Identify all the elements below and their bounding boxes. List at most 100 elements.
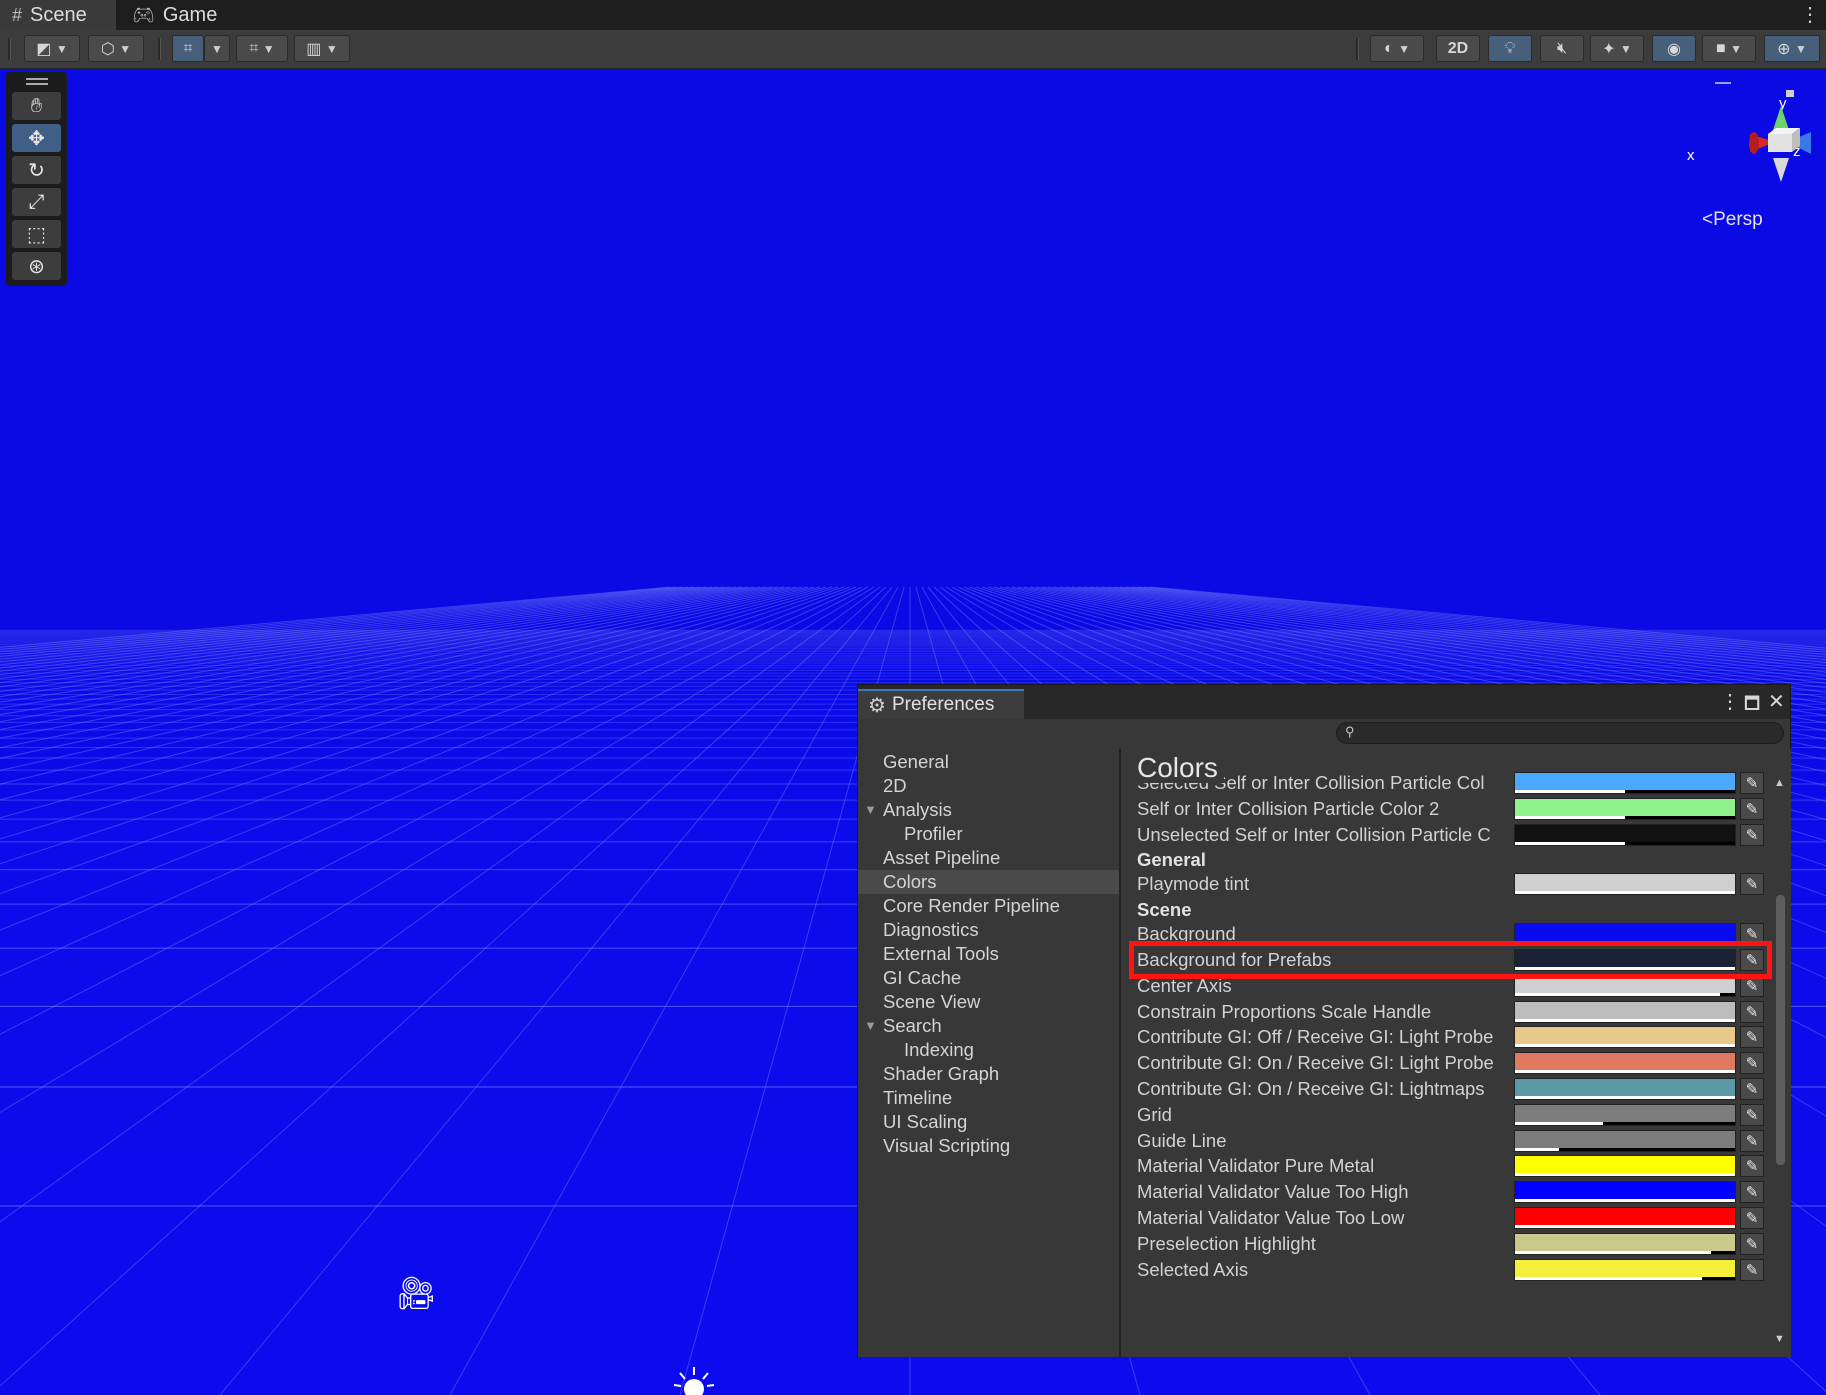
more-options-icon[interactable]: ⋮ (1720, 689, 1740, 714)
color-swatch[interactable] (1514, 1052, 1736, 1075)
effects-dropdown[interactable]: ✦ ▼ (1590, 35, 1644, 62)
search-input[interactable] (1363, 724, 1767, 743)
sidebar-item-label: GI Cache (883, 967, 962, 988)
color-setting-label: Selected Axis (1137, 1258, 1249, 1280)
sidebar-item-label: External Tools (883, 943, 999, 964)
toggle-2d-button[interactable]: 2D (1436, 35, 1480, 62)
color-swatch[interactable] (1514, 1026, 1736, 1049)
alpha-bar (1515, 1121, 1735, 1125)
audio-toggle[interactable]: 🔇︎ (1540, 35, 1584, 62)
scene-camera-dropdown[interactable]: ■ ▼ (1702, 35, 1756, 62)
camera-icon: ■ (1715, 39, 1726, 57)
sidebar-item[interactable]: General (858, 750, 1119, 774)
sidebar-item[interactable]: Timeline (858, 1086, 1119, 1110)
tab-game[interactable]: 🎮︎ Game (128, 0, 238, 30)
eyedropper-icon[interactable]: ✎ (1740, 1258, 1764, 1281)
eyedropper-icon[interactable]: ✎ (1740, 1181, 1764, 1204)
color-swatch[interactable] (1514, 1078, 1736, 1100)
color-swatch[interactable] (1514, 1000, 1736, 1023)
gizmo-cube-dropdown[interactable]: ⬡ ▼ (88, 35, 144, 62)
expand-arrow-icon[interactable]: ▼ (864, 1014, 877, 1038)
sidebar-item[interactable]: GI Cache (858, 966, 1119, 990)
color-swatch[interactable] (1514, 1103, 1736, 1126)
scroll-down-icon[interactable]: ▼ (1774, 1333, 1785, 1345)
projection-mode-toggle[interactable]: <Persp (1702, 209, 1763, 231)
sidebar-item[interactable]: 2D (858, 774, 1119, 798)
vertical-scrollbar[interactable]: ▲ ▼ (1769, 749, 1789, 1357)
sidebar-item[interactable]: Core Render Pipeline (858, 894, 1119, 918)
grid-snap-toggle[interactable]: ⌗ (172, 35, 204, 62)
rotate-tool-button[interactable]: ↻ (12, 156, 61, 184)
sidebar-item[interactable]: Scene View (858, 990, 1119, 1014)
color-swatch[interactable] (1514, 1258, 1736, 1281)
sidebar-item[interactable]: Indexing (858, 1038, 1119, 1062)
gizmos-dropdown[interactable]: ⊕ ▼ (1764, 35, 1820, 62)
cube-icon: ⬡ (100, 40, 115, 58)
hand-tool-button[interactable]: ✋︎ (12, 92, 61, 120)
eyedropper-icon[interactable]: ✎ (1740, 1155, 1764, 1178)
color-swatch[interactable] (1514, 873, 1736, 896)
expand-arrow-icon[interactable]: ▼ (864, 798, 877, 822)
sidebar-item[interactable]: UI Scaling (858, 1110, 1119, 1134)
eyedropper-icon[interactable]: ✎ (1740, 772, 1764, 794)
eyedropper-icon[interactable]: ✎ (1740, 823, 1764, 846)
camera-gizmo-icon[interactable]: 🎥︎ (396, 1274, 437, 1312)
draw-mode-dropdown[interactable]: ◩ ▼ (24, 35, 80, 62)
color-swatch[interactable] (1514, 1129, 1736, 1152)
palette-grip-icon[interactable] (26, 78, 48, 80)
lighting-toggle[interactable]: 💡︎ (1488, 35, 1532, 62)
grid-visibility-dropdown[interactable]: ▥ ▼ (294, 35, 350, 62)
eye-hidden-icon: ◉ (1667, 40, 1681, 58)
color-setting-row: Unselected Self or Inter Collision Parti… (1137, 822, 1765, 848)
color-swatch[interactable] (1514, 1232, 1736, 1255)
scroll-up-icon[interactable]: ▲ (1774, 777, 1785, 789)
increment-snap-dropdown[interactable]: ⌗ ▼ (236, 35, 288, 62)
alpha-bar (1515, 815, 1735, 819)
color-swatch[interactable] (1514, 772, 1736, 794)
chevron-down-icon: ▼ (119, 41, 132, 56)
sidebar-item[interactable]: Visual Scripting (858, 1134, 1119, 1158)
more-options-icon[interactable]: ⋮ (1800, 2, 1820, 27)
eyedropper-icon[interactable]: ✎ (1740, 1000, 1764, 1023)
color-swatch[interactable] (1514, 1155, 1736, 1178)
maximize-icon[interactable]: 🗖︎ (1744, 691, 1760, 720)
sidebar-item[interactable]: Diagnostics (858, 918, 1119, 942)
eyedropper-icon[interactable]: ✎ (1740, 1026, 1764, 1049)
color-setting-label: Constrain Proportions Scale Handle (1137, 1000, 1432, 1022)
eyedropper-icon[interactable]: ✎ (1740, 797, 1764, 820)
tab-preferences[interactable]: ⚙ Preferences (858, 689, 1024, 719)
sidebar-item[interactable]: Shader Graph (858, 1062, 1119, 1086)
color-swatch[interactable] (1514, 1181, 1736, 1204)
eyedropper-icon[interactable]: ✎ (1740, 1207, 1764, 1229)
eyedropper-icon[interactable]: ✎ (1740, 1078, 1764, 1100)
eyedropper-icon[interactable]: ✎ (1740, 873, 1764, 896)
eyedropper-icon[interactable]: ✎ (1740, 1103, 1764, 1126)
eyedropper-icon[interactable]: ✎ (1740, 1052, 1764, 1075)
grid-snap-dropdown[interactable]: ▼ (204, 35, 230, 62)
scene-visibility-toggle[interactable]: ◉ (1652, 35, 1696, 62)
move-tool-button[interactable]: ✥ (12, 124, 61, 152)
sidebar-item[interactable]: ▼ Search (858, 1014, 1119, 1038)
eyedropper-icon[interactable]: ✎ (1740, 1129, 1764, 1152)
scale-tool-button[interactable]: ⤢ (12, 188, 61, 216)
sidebar-item[interactable]: Colors (858, 870, 1119, 894)
rect-tool-button[interactable]: ⬚ (12, 220, 61, 248)
grid-line (0, 586, 767, 703)
transform-tool-button[interactable]: ⊛ (12, 252, 61, 280)
color-swatch[interactable] (1514, 1207, 1736, 1229)
shading-mode-dropdown[interactable]: ◐ ▼ (1370, 35, 1424, 62)
color-swatch[interactable] (1514, 797, 1736, 820)
sidebar-item[interactable]: Profiler (858, 822, 1119, 846)
close-icon[interactable]: ✕ (1768, 689, 1785, 714)
sidebar-item[interactable]: ▼ Analysis (858, 798, 1119, 822)
preferences-search[interactable]: ⚲ (1336, 722, 1784, 744)
sun-light-gizmo-icon[interactable] (672, 1365, 716, 1395)
alpha-bar-fill (1515, 1044, 1735, 1048)
toolbar-grip (8, 38, 11, 60)
tab-scene[interactable]: # Scene (0, 0, 116, 30)
sidebar-item[interactable]: Asset Pipeline (858, 846, 1119, 870)
color-swatch[interactable] (1514, 823, 1736, 846)
sidebar-item[interactable]: External Tools (858, 942, 1119, 966)
scrollbar-thumb[interactable] (1776, 895, 1785, 1165)
eyedropper-icon[interactable]: ✎ (1740, 1232, 1764, 1255)
